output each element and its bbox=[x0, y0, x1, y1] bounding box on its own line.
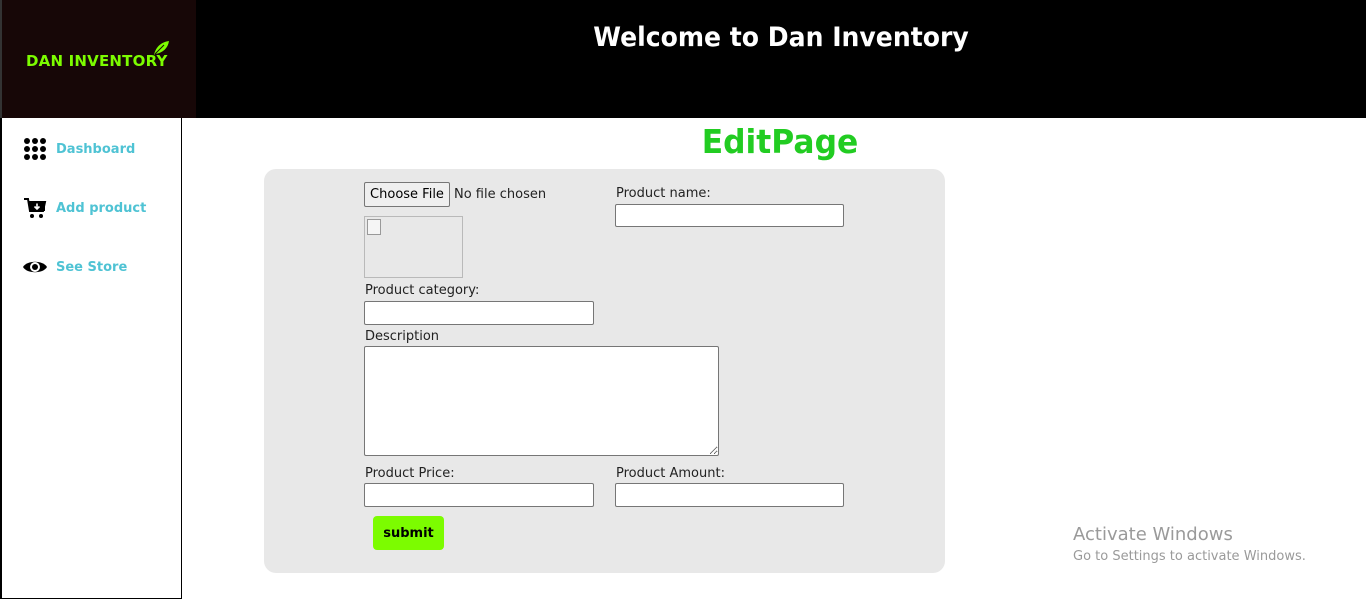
eye-icon bbox=[22, 254, 48, 280]
sidebar-item-label: See Store bbox=[56, 259, 128, 275]
edit-product-form: Choose File No file chosen Product name:… bbox=[264, 169, 945, 573]
sidebar-item-see-store[interactable]: See Store bbox=[22, 254, 127, 280]
grid-dots-icon bbox=[22, 136, 48, 162]
product-name-label: Product name: bbox=[616, 186, 711, 201]
product-name-input[interactable] bbox=[615, 204, 844, 227]
product-price-label: Product Price: bbox=[365, 466, 455, 481]
file-status-text: No file chosen bbox=[454, 187, 547, 202]
description-textarea[interactable] bbox=[364, 346, 719, 456]
leaf-icon bbox=[154, 41, 169, 55]
activate-windows-watermark: Activate Windows Go to Settings to activ… bbox=[1073, 524, 1306, 564]
product-amount-label: Product Amount: bbox=[616, 466, 725, 481]
logo-text: DAN INVENTORY bbox=[26, 52, 168, 70]
product-amount-input[interactable] bbox=[615, 483, 844, 507]
logo-box: DAN INVENTORY bbox=[0, 0, 196, 118]
sidebar-item-label: Add product bbox=[56, 200, 147, 216]
description-label: Description bbox=[365, 329, 440, 344]
choose-file-button[interactable]: Choose File bbox=[364, 182, 450, 207]
product-category-label: Product category: bbox=[365, 283, 480, 298]
sidebar-item-add-product[interactable]: Add product bbox=[22, 195, 146, 221]
sidebar: Dashboard Add product See Store bbox=[0, 118, 182, 599]
broken-image-icon bbox=[367, 219, 381, 235]
watermark-title: Activate Windows bbox=[1073, 524, 1233, 545]
watermark-subtitle: Go to Settings to activate Windows. bbox=[1073, 549, 1306, 564]
sidebar-item-label: Dashboard bbox=[56, 141, 136, 157]
page-title: EditPage bbox=[701, 122, 859, 161]
header-title: Welcome to Dan Inventory bbox=[593, 22, 969, 53]
submit-button[interactable]: submit bbox=[373, 516, 444, 550]
product-image-preview bbox=[364, 216, 463, 278]
product-category-input[interactable] bbox=[364, 301, 594, 325]
sidebar-item-dashboard[interactable]: Dashboard bbox=[22, 136, 135, 162]
top-header: Welcome to Dan Inventory bbox=[196, 0, 1366, 118]
product-price-input[interactable] bbox=[364, 483, 594, 507]
cart-add-icon bbox=[22, 195, 48, 221]
